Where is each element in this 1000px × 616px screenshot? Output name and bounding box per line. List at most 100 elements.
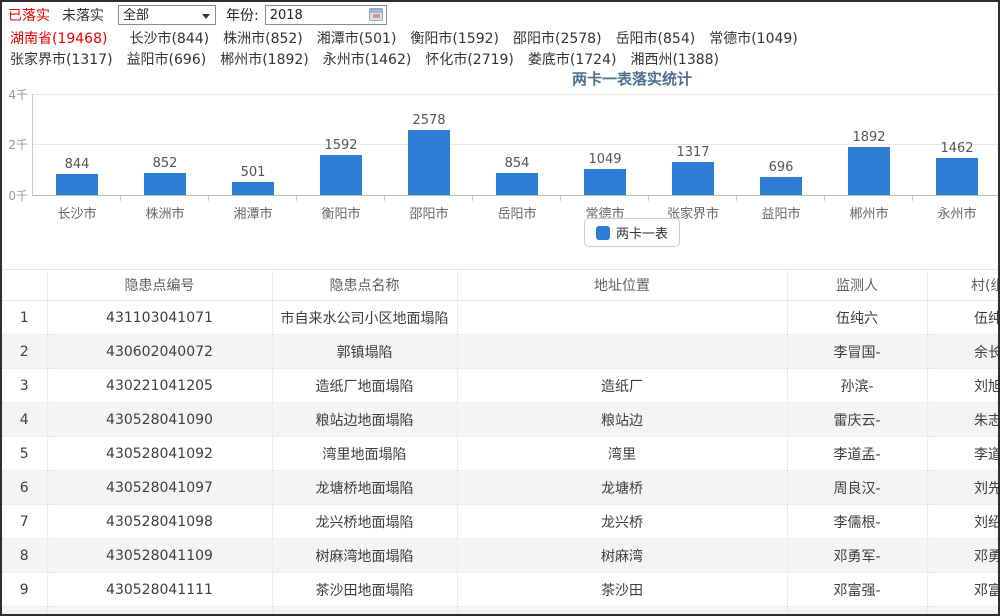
column-header-village-lead: 村(组)负: [927, 270, 1000, 301]
bar-band: 1892: [825, 94, 913, 195]
bars-row: 844852501159225788541049131769618921462: [33, 94, 1000, 195]
bar-value-label: 1892: [852, 131, 885, 144]
column-header-address: 地址位置: [457, 270, 787, 301]
table-row[interactable]: 3430221041205造纸厂地面塌陷造纸厂孙滨-刘旭花-: [2, 369, 1000, 403]
table-cell: 杨梅山地面塌陷: [272, 607, 457, 616]
table-cell: 1: [2, 301, 47, 335]
bar-长沙市[interactable]: [56, 174, 98, 195]
table-cell: 茶沙田地面塌陷: [272, 573, 457, 607]
status-select[interactable]: 全部: [118, 5, 216, 25]
calendar-icon[interactable]: [369, 8, 383, 21]
table-cell: 李春香-: [927, 607, 1000, 616]
table-cell: 伍纯六: [787, 301, 927, 335]
region-link[interactable]: 湘西州(1388): [630, 49, 719, 69]
status-select-control[interactable]: 全部: [119, 6, 215, 24]
table-cell: 孙滨-: [787, 369, 927, 403]
x-axis-label: 长沙市: [33, 196, 121, 222]
table-row[interactable]: 4430528041090粮站边地面塌陷粮站边雷庆云-朱志良-: [2, 403, 1000, 437]
bar-张家界市[interactable]: [672, 162, 714, 195]
bar-邵阳市[interactable]: [408, 130, 450, 195]
table-cell: 430528041098: [47, 505, 272, 539]
table-cell: 伍纯六-: [927, 301, 1000, 335]
table-cell: 6: [2, 471, 47, 505]
table-cell: 茶沙田: [457, 573, 787, 607]
table-cell: 造纸厂地面塌陷: [272, 369, 457, 403]
bar-band: 1049: [561, 94, 649, 195]
x-axis-label: 岳阳市: [473, 196, 561, 222]
region-link[interactable]: 怀化市(2719): [425, 49, 514, 69]
region-link[interactable]: 常德市(1049): [709, 28, 798, 48]
table-row[interactable]: 9430528041111茶沙田地面塌陷茶沙田邓富强-邓富强-: [2, 573, 1000, 607]
table-cell: 郭镇塌陷: [272, 335, 457, 369]
region-link[interactable]: 湘潭市(501): [317, 28, 397, 48]
bar-益阳市[interactable]: [760, 177, 802, 195]
table-cell: 9: [2, 573, 47, 607]
x-axis-label: 郴州市: [825, 196, 913, 222]
region-link[interactable]: 娄底市(1724): [528, 49, 617, 69]
table-cell: 邓富强-: [787, 573, 927, 607]
table-cell: [457, 301, 787, 335]
region-link[interactable]: 衡阳市(1592): [410, 28, 499, 48]
table-cell: 雷庆云-: [787, 403, 927, 437]
table-row[interactable]: 1431103041071市自来水公司小区地面塌陷伍纯六伍纯六-: [2, 301, 1000, 335]
bar-value-label: 854: [505, 157, 530, 170]
table-row[interactable]: 10430528041126杨梅山地面塌陷杨梅山李春香-李春香-: [2, 607, 1000, 616]
bar-band: 696: [737, 94, 825, 195]
x-axis-label: 株洲市: [121, 196, 209, 222]
table-cell: 430528041092: [47, 437, 272, 471]
bar-郴州市[interactable]: [848, 147, 890, 195]
bar-value-label: 1462: [940, 142, 973, 155]
table-cell: 湾里: [457, 437, 787, 471]
filter-tab-not-implemented[interactable]: 未落实: [62, 5, 104, 25]
table-cell: 李儒根-: [787, 505, 927, 539]
region-link[interactable]: 株洲市(852): [223, 28, 303, 48]
table-body: 1431103041071市自来水公司小区地面塌陷伍纯六伍纯六-24306020…: [2, 301, 1000, 616]
table-cell: 刘旭花-: [927, 369, 1000, 403]
table-cell: 邓富强-: [927, 573, 1000, 607]
region-link[interactable]: 郴州市(1892): [220, 49, 309, 69]
table-cell: 430602040072: [47, 335, 272, 369]
year-field-wrap: [265, 5, 387, 25]
filter-tab-implemented[interactable]: 已落实: [8, 5, 50, 25]
table-cell: 10: [2, 607, 47, 616]
bar-株洲市[interactable]: [144, 173, 186, 195]
chart-legend[interactable]: 两卡一表: [584, 218, 680, 247]
table-row[interactable]: 7430528041098龙兴桥地面塌陷龙兴桥李儒根-刘绍举-: [2, 505, 1000, 539]
table-header-row: 隐患点编号 隐患点名称 地址位置 监测人 村(组)负: [2, 270, 1000, 301]
bar-value-label: 2578: [412, 114, 445, 127]
region-link[interactable]: 永州市(1462): [323, 49, 412, 69]
table-cell: 龙塘桥: [457, 471, 787, 505]
table-row[interactable]: 6430528041097龙塘桥地面塌陷龙塘桥周良汉-刘先柱-: [2, 471, 1000, 505]
table-cell: 龙兴桥: [457, 505, 787, 539]
table-cell: 杨梅山: [457, 607, 787, 616]
bar-band: 501: [209, 94, 297, 195]
table-cell: 龙兴桥地面塌陷: [272, 505, 457, 539]
toolbar: 已落实 未落实 全部 年份:: [8, 4, 387, 26]
bar-永州市[interactable]: [936, 158, 978, 195]
bar-湘潭市[interactable]: [232, 182, 274, 195]
region-nav-row1: 湖南省(19468) 长沙市(844) 株洲市(852) 湘潭市(501) 衡阳市(1…: [10, 28, 798, 48]
bar-常德市[interactable]: [584, 169, 626, 195]
app-window: 已落实 未落实 全部 年份: 湖南省(19468) 长沙市(844) 株洲市(85…: [0, 0, 1000, 616]
table-cell: 430528041109: [47, 539, 272, 573]
bar-value-label: 1049: [588, 153, 621, 166]
bar-衡阳市[interactable]: [320, 155, 362, 195]
region-link[interactable]: 长沙市(844): [129, 28, 209, 48]
table-cell: 刘先柱-: [927, 471, 1000, 505]
table-row[interactable]: 2430602040072郭镇塌陷李冒国-余长斌-: [2, 335, 1000, 369]
year-input[interactable]: [266, 6, 386, 24]
table-row[interactable]: 8430528041109树麻湾地面塌陷树麻湾邓勇军-邓勇军-: [2, 539, 1000, 573]
table-cell: 龙塘桥地面塌陷: [272, 471, 457, 505]
bar-value-label: 852: [153, 157, 178, 170]
table-row[interactable]: 5430528041092湾里地面塌陷湾里李道孟-李道孟-: [2, 437, 1000, 471]
province-link[interactable]: 湖南省(19468): [10, 28, 107, 48]
bar-band: 1317: [649, 94, 737, 195]
region-link[interactable]: 邵阳市(2578): [513, 28, 602, 48]
table-cell: 造纸厂: [457, 369, 787, 403]
table-cell: 3: [2, 369, 47, 403]
region-link[interactable]: 岳阳市(854): [616, 28, 696, 48]
region-link[interactable]: 张家界市(1317): [10, 49, 113, 69]
table-cell: 430528041097: [47, 471, 272, 505]
region-link[interactable]: 益阳市(696): [127, 49, 207, 69]
bar-岳阳市[interactable]: [496, 173, 538, 195]
